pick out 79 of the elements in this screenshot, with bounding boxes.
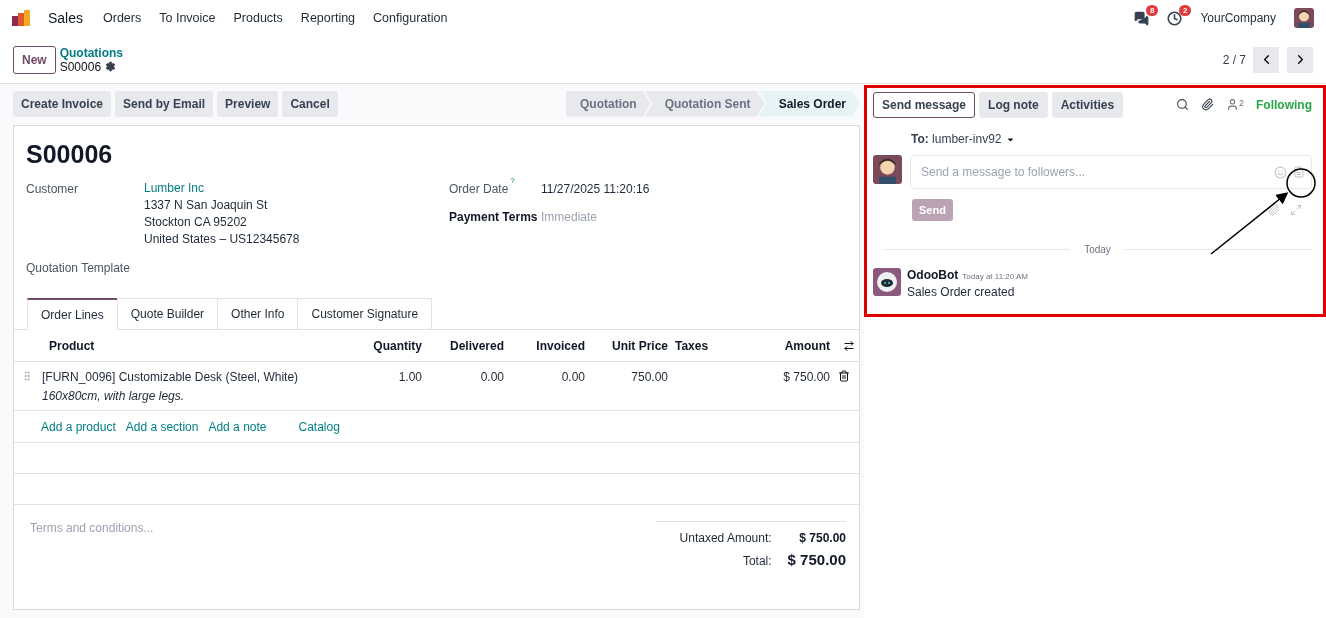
- paperclip-icon[interactable]: [1201, 98, 1214, 111]
- menu-item[interactable]: Products: [233, 11, 283, 25]
- recipient-text: To: lumber-inv92: [911, 132, 1002, 146]
- next-button[interactable]: [1287, 46, 1313, 73]
- drag-handle-icon[interactable]: [21, 370, 33, 382]
- record-name: S00006: [59, 59, 102, 74]
- address-line: 1337 N San Joaquin St: [144, 197, 269, 214]
- date-divider: Today: [1084, 244, 1111, 255]
- column-header: Quantity: [371, 330, 422, 362]
- bot-avatar: [873, 268, 901, 296]
- messages-icon[interactable]: [1134, 10, 1150, 26]
- total-label: Untaxed Amount:: [678, 531, 772, 545]
- table-cell: $ 750.00: [783, 370, 830, 384]
- previous-button[interactable]: [1253, 46, 1279, 73]
- product-description: 160x80cm, with large legs.: [42, 389, 186, 403]
- status-step[interactable]: Sales Order: [758, 90, 860, 117]
- notification-badge: 8: [1145, 4, 1159, 16]
- address-line: Stockton CA 95202: [144, 214, 248, 231]
- field-label: Customer: [26, 181, 79, 198]
- message-time: Today at 11:20 AM: [962, 272, 1028, 281]
- add-link[interactable]: Add a product: [41, 419, 116, 434]
- highlight-circle: [1286, 168, 1316, 198]
- add-link[interactable]: Add a note: [208, 419, 267, 434]
- document-icon[interactable]: [1293, 166, 1305, 178]
- column-settings-icon[interactable]: [842, 339, 855, 352]
- pager-text: 2 / 7: [1222, 52, 1246, 67]
- add-link[interactable]: Add a section: [125, 419, 199, 434]
- column-header: Amount: [758, 330, 830, 362]
- search-icon[interactable]: [1176, 98, 1189, 111]
- message-body: Sales Order created: [907, 285, 1016, 299]
- status-step[interactable]: Quotation: [565, 90, 651, 117]
- delete-icon[interactable]: [838, 370, 850, 382]
- customer-link[interactable]: Lumber Inc: [144, 181, 449, 195]
- column-header: Product: [42, 330, 371, 362]
- table-cell: 0.00: [480, 370, 504, 384]
- app-name: Sales: [48, 10, 84, 26]
- action-button[interactable]: Send by Email: [115, 90, 214, 117]
- column-header: Unit Price: [585, 330, 668, 362]
- total-value: $ 750.00: [798, 531, 846, 545]
- address-line: United States – US12345678: [144, 231, 301, 248]
- chatter-tab[interactable]: Log note: [979, 91, 1048, 118]
- activities-icon[interactable]: [1167, 10, 1183, 26]
- column-header: Taxes: [668, 330, 758, 362]
- tab[interactable]: Customer Signature: [297, 298, 433, 330]
- chatter-tab[interactable]: Activities: [1051, 91, 1124, 118]
- product-name: [FURN_0096] Customizable Desk (Steel, White): [42, 370, 300, 384]
- tab[interactable]: Order Lines: [27, 298, 118, 330]
- field-value: 11/27/2025 11:20:16: [541, 181, 651, 198]
- avatar: [873, 155, 902, 184]
- menu-item[interactable]: To Invoice: [159, 11, 216, 25]
- action-button[interactable]: Preview: [217, 90, 279, 117]
- table-cell: 1.00: [398, 370, 422, 384]
- column-header: Delivered: [422, 330, 504, 362]
- avatar: [1294, 8, 1314, 28]
- message-author: OdooBot: [907, 268, 959, 282]
- table-cell: 0.00: [561, 370, 585, 384]
- action-button[interactable]: Create Invoice: [13, 90, 112, 117]
- settings-icon[interactable]: [105, 61, 117, 72]
- menu-item[interactable]: Reporting: [300, 11, 356, 25]
- company-name[interactable]: YourCompany: [1200, 11, 1276, 25]
- breadcrumb-link[interactable]: Quotations: [59, 45, 123, 60]
- column-header: Invoiced: [504, 330, 585, 362]
- menu-item[interactable]: Orders: [103, 11, 142, 25]
- action-button[interactable]: Cancel: [282, 90, 338, 117]
- add-link[interactable]: Catalog: [298, 419, 340, 434]
- chatter-tab[interactable]: Send message: [873, 91, 976, 118]
- total-value: $ 750.00: [787, 551, 846, 568]
- tab[interactable]: Quote Builder: [116, 298, 219, 330]
- status-step[interactable]: Quotation Sent: [644, 90, 765, 117]
- table-cell: 750.00: [631, 370, 668, 384]
- menu-item[interactable]: Configuration: [373, 11, 448, 25]
- field-label: Payment Terms: [449, 209, 539, 226]
- app-logo: [12, 10, 30, 26]
- field-label: Quotation Template: [26, 260, 131, 277]
- new-button[interactable]: New: [13, 45, 56, 74]
- notification-badge: 2: [1178, 4, 1192, 16]
- total-label: Total:: [741, 554, 772, 568]
- record-title: S00006: [25, 139, 114, 169]
- followers-button[interactable]: 2: [1226, 98, 1244, 111]
